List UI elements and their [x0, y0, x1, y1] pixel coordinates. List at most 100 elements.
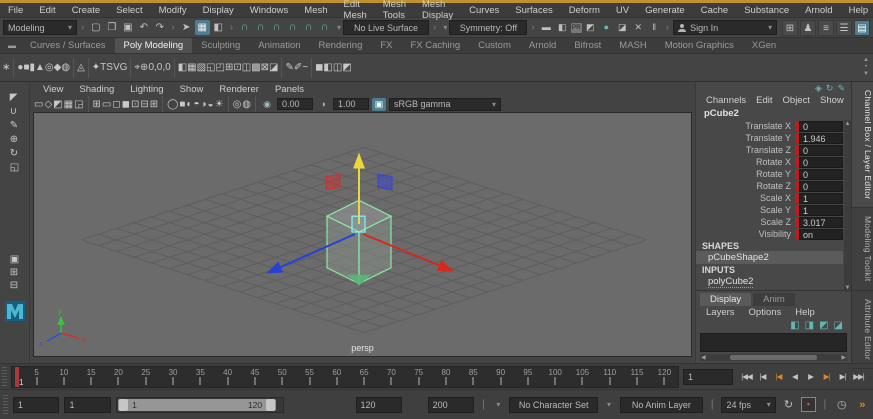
layer-list[interactable] [700, 333, 847, 352]
shelf-tab-animation[interactable]: Animation [249, 38, 309, 53]
svg-tool-icon[interactable]: SVG [106, 62, 127, 73]
boolean-union-icon[interactable]: ◼ [315, 62, 323, 73]
character-set-field[interactable]: No Character Set [509, 397, 598, 413]
group-divider[interactable]: › [529, 22, 536, 33]
safe-action-icon[interactable]: ⊟ [140, 99, 148, 110]
open-scene-icon[interactable]: ❒ [104, 20, 119, 35]
ipr-render-icon[interactable]: PR [571, 23, 582, 33]
render-settings-icon[interactable]: ◪ [615, 20, 630, 35]
channel-speed-icon[interactable]: ↻ [826, 83, 834, 94]
extract-icon[interactable]: ▧ [197, 62, 206, 73]
rotate-tool-icon[interactable]: ↻ [10, 148, 19, 159]
layer-tab-display[interactable]: Display [700, 293, 751, 306]
channel-box-toggle-icon[interactable]: ▤ [854, 20, 870, 36]
x-plane-handle[interactable] [326, 174, 340, 189]
snap-to-point-icon[interactable]: ∩ [269, 20, 284, 35]
xray-icon[interactable]: ◍ [242, 99, 251, 110]
color-space-selector[interactable]: sRGB gamma ▾ [389, 98, 501, 111]
menu-substance[interactable]: Substance [736, 5, 797, 16]
selected-object-name[interactable]: pCube2 [696, 107, 851, 120]
channel-value-field[interactable]: 0 [799, 157, 843, 168]
select-tool-icon[interactable]: ◤ [10, 92, 19, 103]
menu-mesh-tools[interactable]: Mesh Tools [375, 0, 414, 21]
exposure-field[interactable]: 0.00 [277, 98, 313, 110]
channel-value-field[interactable]: on [799, 229, 843, 240]
redo-icon[interactable]: ↷ [152, 20, 167, 35]
group-divider[interactable]: › [169, 22, 176, 33]
menu-deform[interactable]: Deform [561, 5, 608, 16]
shelf-tab-bifrost[interactable]: Bifrost [565, 38, 610, 53]
sidebar-tab-channel-box-layer-editor[interactable]: Channel Box / Layer Editor [852, 82, 873, 208]
symmetry-field[interactable]: Symmetry: Off [449, 20, 527, 35]
render-cancel-icon[interactable]: ✕ [631, 20, 646, 35]
current-time-field[interactable]: 1 [683, 369, 733, 385]
new-layer-from-selected-icon[interactable]: ◪ [834, 320, 843, 332]
channel-value-field[interactable]: 0 [799, 121, 843, 132]
shelf-options-icon[interactable]: ∗ [2, 62, 10, 73]
bevel-icon[interactable]: ◫ [242, 62, 251, 73]
shelf-tab-sculpting[interactable]: Sculpting [192, 38, 249, 53]
gamma-icon[interactable]: ◑ [316, 98, 330, 111]
modeling-toolkit-icon[interactable]: ⊞ [782, 20, 798, 36]
group-divider[interactable]: › [228, 22, 235, 33]
group-divider[interactable]: › [664, 22, 671, 33]
shape-node-item[interactable]: pCubeShape2 [696, 251, 843, 264]
shelf-menu-icon[interactable]: ▬ [4, 39, 20, 53]
textured-mode-icon[interactable]: ◐ [186, 99, 192, 110]
film-gate-icon[interactable]: ▭ [102, 99, 111, 110]
soft-select-icon[interactable]: ⊕ [140, 62, 148, 73]
shelf-tab-arnold[interactable]: Arnold [520, 38, 565, 53]
step-back-frame-button[interactable]: |◀ [755, 369, 770, 385]
sign-in-button[interactable]: Sign In ▾ [673, 20, 777, 35]
step-forward-frame-button[interactable]: ▶| [835, 369, 850, 385]
menu-edit[interactable]: Edit [31, 5, 63, 16]
poly-platonic-icon[interactable]: ◬ [77, 62, 85, 73]
menu-arnold[interactable]: Arnold [797, 5, 840, 16]
poly-plane-icon[interactable]: ◆ [54, 62, 62, 73]
anim-layer-field[interactable]: No Anim Layer [620, 397, 703, 413]
menu-file[interactable]: File [0, 5, 31, 16]
shelf-tab-custom[interactable]: Custom [469, 38, 520, 53]
shelf-tab-mash[interactable]: MASH [610, 38, 655, 53]
hypergraph-pane-layout-icon[interactable]: ⊟ [10, 280, 19, 291]
anim-layer-menu-icon[interactable]: ▾ [603, 400, 615, 409]
undo-icon[interactable]: ↶ [136, 20, 151, 35]
channel-value-field[interactable]: 3.017 [799, 217, 843, 228]
shelf-scrollbar[interactable]: ▲•▼ [863, 57, 871, 78]
menu-surfaces[interactable]: Surfaces [507, 5, 561, 16]
color-management-icon[interactable]: ▣ [372, 98, 386, 111]
playback-loop-icon[interactable]: ↻ [781, 398, 796, 411]
gate-mask-icon[interactable]: ◼ [122, 99, 130, 110]
wireframe-mode-icon[interactable]: ◯ [167, 99, 178, 110]
hypershade-icon[interactable]: ● [599, 20, 614, 35]
channel-edit-icon[interactable]: ✎ [837, 83, 845, 94]
render-view-icon[interactable]: ▬ [539, 20, 554, 35]
go-to-end-button[interactable]: ▶▶| [851, 369, 866, 385]
ambient-occlusion-icon[interactable]: ◒ [208, 99, 214, 110]
menu-mesh[interactable]: Mesh [296, 5, 335, 16]
mirror-icon[interactable]: ▩ [251, 62, 260, 73]
channel-manipulator-icon[interactable]: ◈ [815, 83, 822, 94]
channel-value-field[interactable]: 1 [799, 193, 843, 204]
play-forwards-button[interactable]: ▶ [803, 369, 818, 385]
animation-start-field[interactable]: 1 [13, 397, 60, 413]
animation-preferences-icon[interactable]: ◷ [834, 398, 849, 411]
new-scene-icon[interactable]: ▢ [88, 20, 103, 35]
select-component-icon[interactable]: ◧ [211, 20, 226, 35]
menu-create[interactable]: Create [64, 5, 109, 16]
character-set-menu-icon[interactable]: ▾ [493, 400, 505, 409]
boolean-intersection-icon[interactable]: ◫ [333, 62, 342, 73]
range-slider-grip[interactable] [3, 395, 8, 415]
menu-set-selector[interactable]: Modeling ▾ [3, 20, 77, 35]
camera-attributes-icon[interactable]: ◇ [44, 99, 52, 110]
channel-value-field[interactable]: 0 [799, 181, 843, 192]
curve-tool-icon[interactable]: ✎ [285, 62, 293, 73]
render-current-frame-icon[interactable]: ◧ [555, 20, 570, 35]
safe-title-icon[interactable]: ⊞ [150, 99, 158, 110]
boolean-difference-icon[interactable]: ◧ [323, 62, 332, 73]
sidebar-tab-attribute-editor[interactable]: Attribute Editor [852, 291, 873, 369]
move-layer-down-icon[interactable]: ◨ [805, 320, 814, 332]
grid-toggle-icon[interactable]: ⊞ [93, 99, 101, 110]
shadows-icon[interactable]: ◑ [201, 99, 207, 110]
menu-windows[interactable]: Windows [242, 5, 297, 16]
